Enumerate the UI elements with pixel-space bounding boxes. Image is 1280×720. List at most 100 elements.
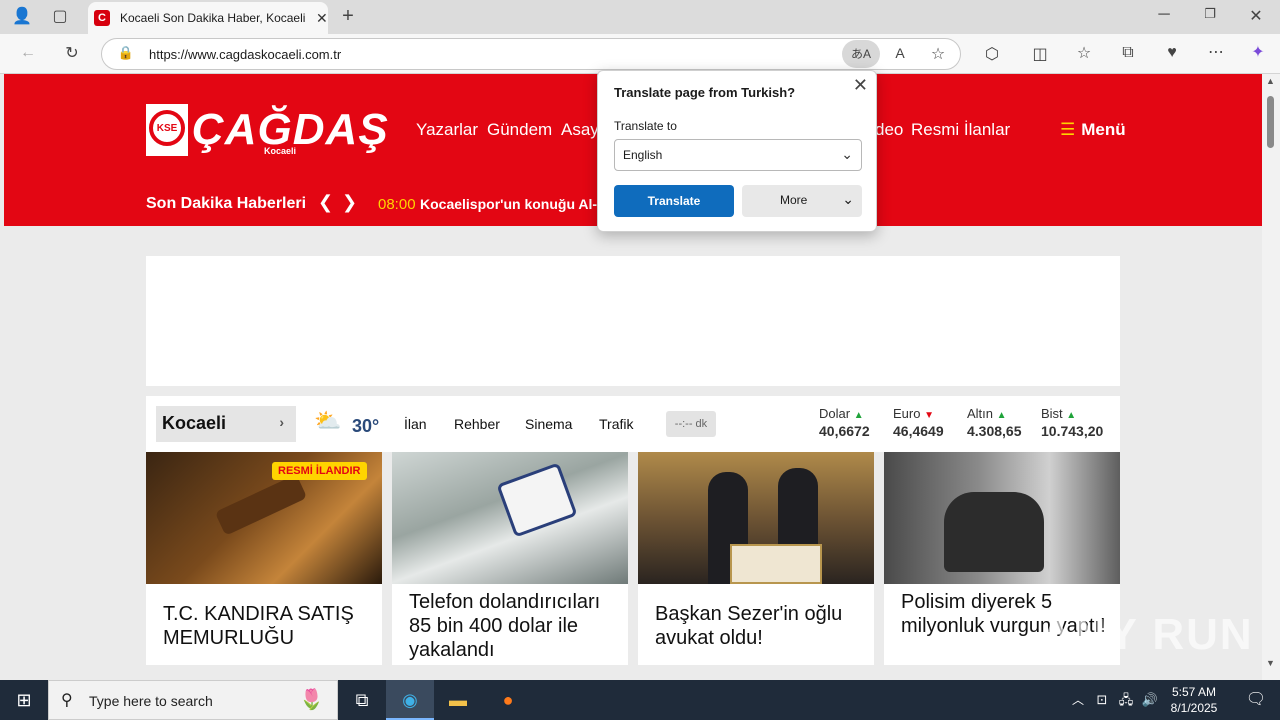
logo-emblem-icon: KSE	[146, 104, 188, 156]
device-icon[interactable]: ⊡	[1090, 680, 1114, 720]
browser-toolbar: ← ↻ 🔒 https://www.cagdaskocaeli.com.tr あ…	[0, 34, 1280, 74]
official-notice-badge: RESMİ İLANDIR	[272, 462, 367, 480]
firefox-icon[interactable]: ●	[484, 680, 532, 720]
countdown-badge: --:-- dk	[666, 411, 716, 437]
restore-icon[interactable]: ❐	[1198, 6, 1222, 22]
trend-up-icon: ▲	[853, 410, 864, 421]
temperature: 30°	[352, 416, 380, 436]
weather-partly-cloudy-icon: ⛅	[314, 408, 342, 433]
info-bar: Kocaeli › ⛅ 30° İlan Rehber Sinema Trafik…	[146, 396, 1120, 452]
close-icon[interactable]: ✕	[853, 75, 868, 96]
task-view-icon[interactable]: ⧉	[338, 680, 386, 720]
link-ilan[interactable]: İlan	[404, 416, 427, 432]
trend-up-icon: ▲	[996, 410, 1007, 421]
favorites-icon[interactable]: ☆	[1072, 43, 1096, 63]
edge-taskbar-icon[interactable]: ◉	[386, 680, 434, 720]
network-icon[interactable]: 🖧	[1114, 680, 1138, 720]
link-sinema[interactable]: Sinema	[525, 416, 572, 432]
logo-subtext: Kocaeli	[264, 146, 297, 156]
settings-more-icon[interactable]: ⋯	[1204, 42, 1228, 62]
windows-start-icon[interactable]: ⊞	[0, 680, 48, 720]
chevron-down-icon: ⌄	[842, 191, 854, 207]
scrollbar-thumb[interactable]	[1267, 96, 1274, 148]
minimize-icon[interactable]: ─	[1152, 6, 1176, 24]
language-select[interactable]: English ⌄	[614, 139, 862, 171]
rate-bist: Bist ▲ 10.743,20	[1041, 406, 1104, 439]
translate-button[interactable]: Translate	[614, 185, 734, 217]
translate-icon[interactable]: あA	[842, 40, 880, 68]
person-silhouette	[944, 492, 1044, 572]
collections-icon[interactable]: ⧉	[1116, 44, 1140, 62]
site-favicon-icon: C	[94, 10, 110, 26]
trend-down-icon: ▼	[924, 410, 934, 421]
active-tab[interactable]: C Kocaeli Son Dakika Haber, Kocaeli ✕	[88, 2, 328, 34]
browser-essentials-icon[interactable]: ♥	[1160, 44, 1184, 62]
more-button[interactable]: More ⌄	[742, 185, 862, 217]
file-explorer-icon[interactable]: ▬	[434, 680, 482, 720]
profile-icon[interactable]: 👤	[10, 6, 34, 26]
translate-to-label: Translate to	[614, 119, 677, 133]
hamburger-icon: ☰	[1060, 120, 1076, 139]
breaking-time: 08:00	[378, 196, 416, 213]
diploma-frame	[730, 544, 822, 584]
read-aloud-icon[interactable]: A	[888, 45, 912, 61]
advertisement-slot	[146, 256, 1120, 386]
page-scrollbar[interactable]: ▲ ▼	[1262, 74, 1280, 680]
scroll-down-icon[interactable]: ▼	[1266, 658, 1275, 668]
new-tab-icon[interactable]: +	[336, 5, 360, 28]
chevron-down-icon: ⌄	[841, 146, 853, 162]
favorite-star-icon[interactable]: ☆	[926, 44, 950, 64]
link-rehber[interactable]: Rehber	[454, 416, 500, 432]
split-screen-icon[interactable]: ◫	[1028, 44, 1052, 64]
translate-title: Translate page from Turkish?	[614, 85, 796, 100]
gavel-icon	[214, 474, 308, 536]
news-title: Başkan Sezer'in oğlu avukat oldu!	[655, 603, 843, 649]
notifications-icon[interactable]: 🗨	[1232, 680, 1280, 720]
news-card[interactable]: Başkan Sezer'in oğlu avukat oldu!	[638, 452, 874, 665]
nav-video[interactable]: deo	[875, 120, 903, 140]
city-selector[interactable]: Kocaeli ›	[156, 406, 296, 442]
nav-resmi-ilanlar[interactable]: Resmi İlanlar	[911, 120, 1010, 140]
police-badge-icon	[496, 462, 578, 538]
news-image	[884, 452, 1120, 584]
breaking-news-label: Son Dakika Haberleri	[146, 195, 307, 212]
link-trafik[interactable]: Trafik	[599, 416, 633, 432]
tab-strip: 👤 ▢ C Kocaeli Son Dakika Haber, Kocaeli …	[0, 0, 1280, 34]
chevron-left-icon[interactable]: ❮	[318, 192, 333, 213]
scroll-up-icon[interactable]: ▲	[1266, 76, 1275, 86]
back-icon[interactable]: ←	[16, 44, 40, 62]
menu-button[interactable]: ☰ Menü	[1060, 120, 1126, 140]
tulips-icon: 🌷	[299, 689, 324, 711]
site-logo[interactable]: KSE ÇAĞDAŞ Kocaeli	[146, 104, 388, 156]
rate-altin: Altın ▲ 4.308,65	[967, 406, 1022, 439]
close-tab-icon[interactable]: ✕	[316, 10, 328, 27]
extensions-icon[interactable]: ⬡	[980, 44, 1004, 64]
news-image	[638, 452, 874, 584]
search-placeholder: Type here to search	[89, 693, 213, 709]
nav-yazarlar[interactable]: Yazarlar	[416, 120, 478, 140]
nav-gundem[interactable]: Gündem	[487, 120, 552, 140]
chevron-right-icon[interactable]: ❯	[342, 192, 357, 213]
taskbar-search[interactable]: ⚲ Type here to search 🌷	[48, 680, 338, 720]
translate-popup: Translate page from Turkish? ✕ Translate…	[597, 70, 877, 232]
breaking-headline[interactable]: Kocaelispor'un konuğu Al-W	[420, 196, 598, 212]
system-clock[interactable]: 5:57 AM 8/1/2025	[1158, 684, 1230, 716]
taskbar: ⊞ ⚲ Type here to search 🌷 ⧉ ◉ ▬ ● ︿ ⊡ 🖧 …	[0, 680, 1280, 720]
tab-title: Kocaeli Son Dakika Haber, Kocaeli	[120, 11, 306, 25]
copilot-icon[interactable]: ✦	[1246, 42, 1270, 62]
refresh-icon[interactable]: ↻	[60, 43, 84, 63]
anyrun-watermark: ANY RUN	[1040, 610, 1254, 659]
show-hidden-icons-icon[interactable]: ︿	[1064, 680, 1092, 720]
close-window-icon[interactable]: ✕	[1244, 6, 1268, 26]
tab-actions-icon[interactable]: ▢	[48, 6, 72, 26]
site-info-icon[interactable]: 🔒	[114, 45, 138, 61]
chevron-right-icon: ›	[279, 414, 284, 430]
rate-dolar: Dolar ▲ 40,6672	[819, 406, 870, 439]
news-card[interactable]: Telefon dolandırıcıları 85 bin 400 dolar…	[392, 452, 628, 665]
news-card[interactable]: RESMİ İLANDIR T.C. KANDIRA SATIŞ MEMURLU…	[146, 452, 382, 665]
address-bar[interactable]: 🔒 https://www.cagdaskocaeli.com.tr あA A …	[101, 38, 961, 70]
nav-asayis[interactable]: Asay	[561, 120, 599, 140]
news-image	[392, 452, 628, 584]
url-text: https://www.cagdaskocaeli.com.tr	[149, 47, 342, 62]
news-image: RESMİ İLANDIR	[146, 452, 382, 584]
